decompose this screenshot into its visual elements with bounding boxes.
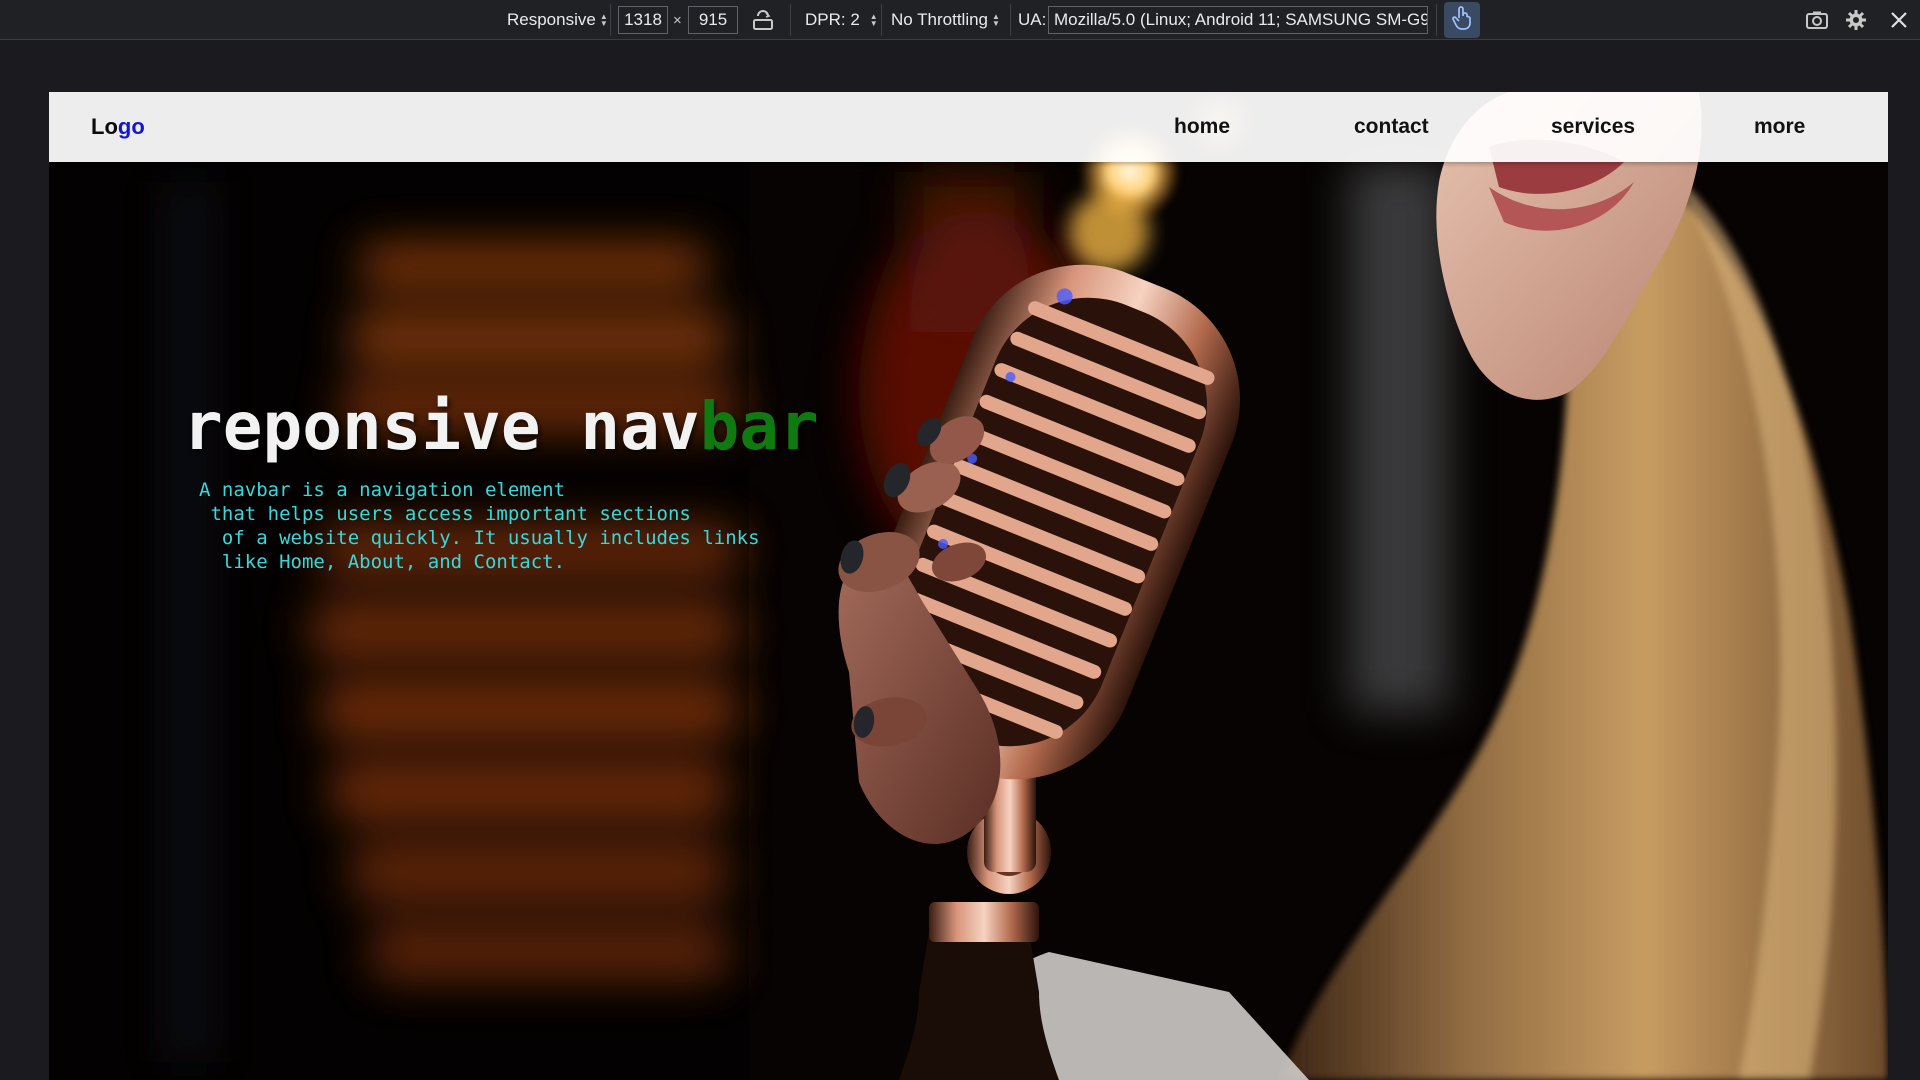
- touch-icon: [1451, 5, 1473, 36]
- hero-title-accent: bar: [699, 388, 819, 465]
- toolbar-divider: [1010, 4, 1011, 36]
- toolbar-divider: [610, 4, 611, 36]
- dimension-times: ×: [673, 11, 682, 29]
- throttling-label: No Throttling: [891, 10, 989, 29]
- hero-title: reponsive navbar: [183, 388, 819, 465]
- toolbar-divider: [1436, 4, 1437, 36]
- gear-icon[interactable]: [1841, 6, 1871, 34]
- close-icon[interactable]: [1884, 6, 1914, 34]
- hero-description-line: like Home, About, and Contact.: [199, 551, 566, 573]
- device-mode-select[interactable]: Responsive ▲ ▼: [507, 0, 608, 40]
- nav-link-home[interactable]: home: [1174, 92, 1230, 162]
- rotate-icon[interactable]: [748, 6, 778, 34]
- width-input[interactable]: 1318: [618, 6, 668, 34]
- width-value: 1318: [624, 10, 662, 29]
- throttling-select[interactable]: No Throttling ▲ ▼: [891, 0, 1000, 40]
- select-arrows-icon: ▲ ▼: [869, 12, 878, 28]
- hero-description-line: of a website quickly. It usually include…: [199, 527, 760, 549]
- hero-description-line: A navbar is a navigation element: [199, 479, 566, 501]
- site-logo[interactable]: Lo go: [91, 92, 145, 162]
- hero-title-main: reponsive nav: [183, 388, 700, 465]
- screenshot-icon[interactable]: [1802, 6, 1832, 34]
- nav-link-services[interactable]: services: [1551, 92, 1635, 162]
- nav-link-more[interactable]: more: [1754, 92, 1805, 162]
- touch-toggle-button[interactable]: [1444, 2, 1480, 38]
- toolbar-divider: [790, 4, 791, 36]
- device-toolbar: Responsive ▲ ▼ 1318 × 915 DPR: 2 ▲ ▼ No Th…: [0, 0, 1920, 40]
- toolbar-divider: [881, 4, 882, 36]
- dpr-select[interactable]: DPR: 2 ▲ ▼: [805, 0, 878, 40]
- site-navbar: Lo go home contact services more: [49, 92, 1888, 162]
- ua-label: UA:: [1018, 10, 1047, 29]
- logo-text-part1: Lo: [91, 114, 118, 139]
- dpr-label: DPR: 2: [805, 10, 860, 29]
- hero-description-line: that helps users access important sectio…: [199, 503, 691, 525]
- device-viewport: Lo go home contact services more reponsiv…: [49, 92, 1888, 1080]
- height-input[interactable]: 915: [688, 6, 738, 34]
- hero-description: A navbar is a navigation element that he…: [199, 478, 760, 574]
- select-arrows-icon: ▲ ▼: [599, 12, 608, 28]
- user-agent-value: Mozilla/5.0 (Linux; Android 11; SAMSUNG …: [1054, 10, 1428, 29]
- nav-link-contact[interactable]: contact: [1354, 92, 1429, 162]
- device-mode-label: Responsive: [507, 10, 596, 29]
- logo-text-part2: go: [117, 114, 145, 139]
- hero-background-image: [49, 92, 1888, 1080]
- height-value: 915: [698, 10, 728, 29]
- select-arrows-icon: ▲ ▼: [992, 12, 1000, 28]
- user-agent-input[interactable]: Mozilla/5.0 (Linux; Android 11; SAMSUNG …: [1048, 6, 1428, 34]
